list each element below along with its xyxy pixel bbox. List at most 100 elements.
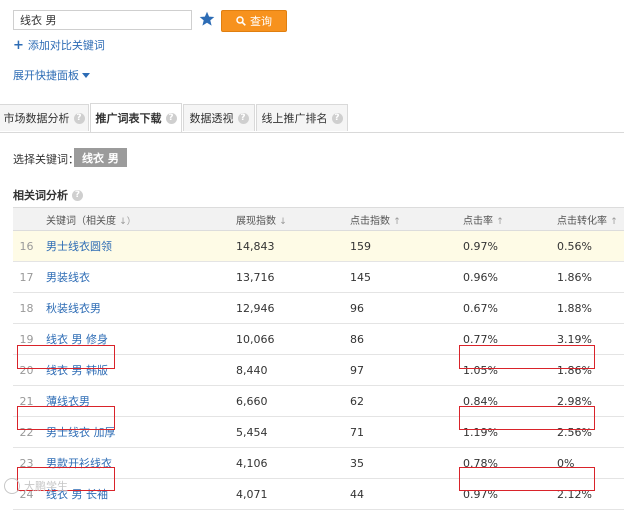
row-impressions: 4,106 (230, 447, 344, 479)
row-cvr: 2.56% (551, 416, 624, 448)
row-index: 22 (13, 416, 40, 448)
row-keyword-link[interactable]: 线衣 男 韩版 (40, 354, 230, 386)
row-ctr: 0.67% (457, 292, 551, 324)
add-compare-keyword-link[interactable]: + 添加对比关键词 (13, 37, 105, 53)
table-row: 23 男款开衫线衣 4,106 35 0.78% 0% (13, 447, 624, 479)
tab-market-analysis[interactable]: 市场数据分析 ? (0, 104, 89, 131)
tab-online-ranking[interactable]: 线上推广排名 ? (256, 104, 348, 131)
row-index: 18 (13, 292, 40, 324)
row-index: 21 (13, 385, 40, 417)
tab-data-pivot[interactable]: 数据透视 ? (183, 104, 255, 131)
row-clicks: 86 (344, 323, 457, 355)
row-ctr: 0.96% (457, 261, 551, 293)
help-icon: ? (165, 112, 177, 124)
row-impressions: 6,660 (230, 385, 344, 417)
sort-up-icon: ↑ (393, 216, 401, 227)
header-ctr-label: 点击率 (463, 215, 493, 227)
row-cvr: 1.86% (551, 354, 624, 386)
help-icon: ? (73, 112, 85, 124)
help-icon: ? (72, 189, 83, 201)
row-ctr: 0.77% (457, 323, 551, 355)
header-ctr[interactable]: 点击率 ↑ (457, 207, 551, 231)
row-impressions: 4,071 (230, 478, 344, 510)
row-keyword-link[interactable]: 线衣 男 长袖 (40, 478, 230, 510)
header-keyword[interactable]: 关键词（相关度 ↓） (40, 207, 230, 231)
row-ctr: 1.19% (457, 416, 551, 448)
help-icon: ? (331, 112, 343, 124)
row-cvr: 1.86% (551, 261, 624, 293)
header-keyword-label: 关键词（相关度 (46, 215, 116, 227)
row-cvr: 3.19% (551, 323, 624, 355)
row-ctr: 0.84% (457, 385, 551, 417)
row-index: 20 (13, 354, 40, 386)
table-row: 20 线衣 男 韩版 8,440 97 1.05% 1.86% (13, 354, 624, 386)
row-ctr: 0.78% (457, 447, 551, 479)
row-keyword-link[interactable]: 秋装线衣男 (40, 292, 230, 324)
table-row: 24 线衣 男 长袖 4,071 44 0.97% 2.12% (13, 478, 624, 510)
row-keyword-link[interactable]: 男款开衫线衣 (40, 447, 230, 479)
row-impressions: 5,454 (230, 416, 344, 448)
row-index: 19 (13, 323, 40, 355)
section-title: 相关词分析 ? (13, 187, 83, 203)
tab-bar: 市场数据分析 ? 推广词表下载 ? 数据透视 ? 线上推广排名 ? (0, 103, 624, 133)
tab-keyword-download[interactable]: 推广词表下载 ? (90, 103, 182, 132)
row-clicks: 44 (344, 478, 457, 510)
row-keyword-link[interactable]: 男装线衣 (40, 261, 230, 293)
row-clicks: 97 (344, 354, 457, 386)
search-input[interactable] (13, 10, 192, 30)
caret-down-icon (82, 72, 90, 78)
row-ctr: 0.97% (457, 230, 551, 262)
row-clicks: 62 (344, 385, 457, 417)
query-label: 查询 (250, 15, 272, 28)
expand-panel-label: 展开快捷面板 (13, 69, 79, 82)
row-clicks: 159 (344, 230, 457, 262)
row-index: 17 (13, 261, 40, 293)
help-icon: ? (237, 112, 249, 124)
sort-up-icon: ↑ (610, 216, 618, 227)
row-keyword-link[interactable]: 薄线衣男 (40, 385, 230, 417)
table-row: 18 秋装线衣男 12,946 96 0.67% 1.88% (13, 292, 624, 324)
header-impressions[interactable]: 展现指数 ↓ (230, 207, 344, 231)
row-keyword-link[interactable]: 男士线衣 加厚 (40, 416, 230, 448)
sort-up-icon: ↑ (496, 216, 504, 227)
row-impressions: 10,066 (230, 323, 344, 355)
row-clicks: 71 (344, 416, 457, 448)
header-clicks-label: 点击指数 (350, 215, 390, 227)
row-clicks: 145 (344, 261, 457, 293)
header-index (13, 207, 40, 231)
row-impressions: 14,843 (230, 230, 344, 262)
table-row: 21 薄线衣男 6,660 62 0.84% 2.98% (13, 385, 624, 417)
select-keyword-label: 选择关键词： (13, 153, 79, 166)
row-keyword-link[interactable]: 线衣 男 修身 (40, 323, 230, 355)
section-title-text: 相关词分析 (13, 189, 68, 202)
table-header-row: 关键词（相关度 ↓） 展现指数 ↓ 点击指数 ↑ 点击率 ↑ 点击转化率 ↑ (13, 207, 624, 231)
row-cvr: 2.12% (551, 478, 624, 510)
tab-label: 线上推广排名 (261, 112, 328, 125)
row-cvr: 1.88% (551, 292, 624, 324)
header-cvr-label: 点击转化率 (557, 215, 607, 227)
star-icon[interactable] (199, 11, 215, 27)
query-button[interactable]: 查询 (221, 10, 287, 32)
plus-icon: + (13, 37, 24, 53)
sort-down-icon: ↓） (119, 216, 136, 227)
table-row: 17 男装线衣 13,716 145 0.96% 1.86% (13, 261, 624, 293)
row-ctr: 0.97% (457, 478, 551, 510)
search-icon (236, 16, 246, 26)
row-index: 23 (13, 447, 40, 479)
table-row: 19 线衣 男 修身 10,066 86 0.77% 3.19% (13, 323, 624, 355)
row-cvr: 2.98% (551, 385, 624, 417)
header-clicks[interactable]: 点击指数 ↑ (344, 207, 457, 231)
row-clicks: 35 (344, 447, 457, 479)
row-impressions: 12,946 (230, 292, 344, 324)
expand-panel-link[interactable]: 展开快捷面板 (13, 67, 90, 83)
add-compare-label: 添加对比关键词 (27, 39, 105, 52)
tab-label: 推广词表下载 (95, 112, 162, 125)
row-keyword-link[interactable]: 男士线衣圆领 (40, 230, 230, 262)
tab-label: 市场数据分析 (3, 112, 70, 125)
sort-down-icon: ↓ (279, 216, 287, 227)
header-cvr[interactable]: 点击转化率 ↑ (551, 207, 624, 231)
keyword-table: 关键词（相关度 ↓） 展现指数 ↓ 点击指数 ↑ 点击率 ↑ 点击转化率 ↑ 1… (13, 207, 624, 510)
row-clicks: 96 (344, 292, 457, 324)
selected-keyword-chip[interactable]: 线衣 男 (74, 148, 127, 167)
row-impressions: 13,716 (230, 261, 344, 293)
